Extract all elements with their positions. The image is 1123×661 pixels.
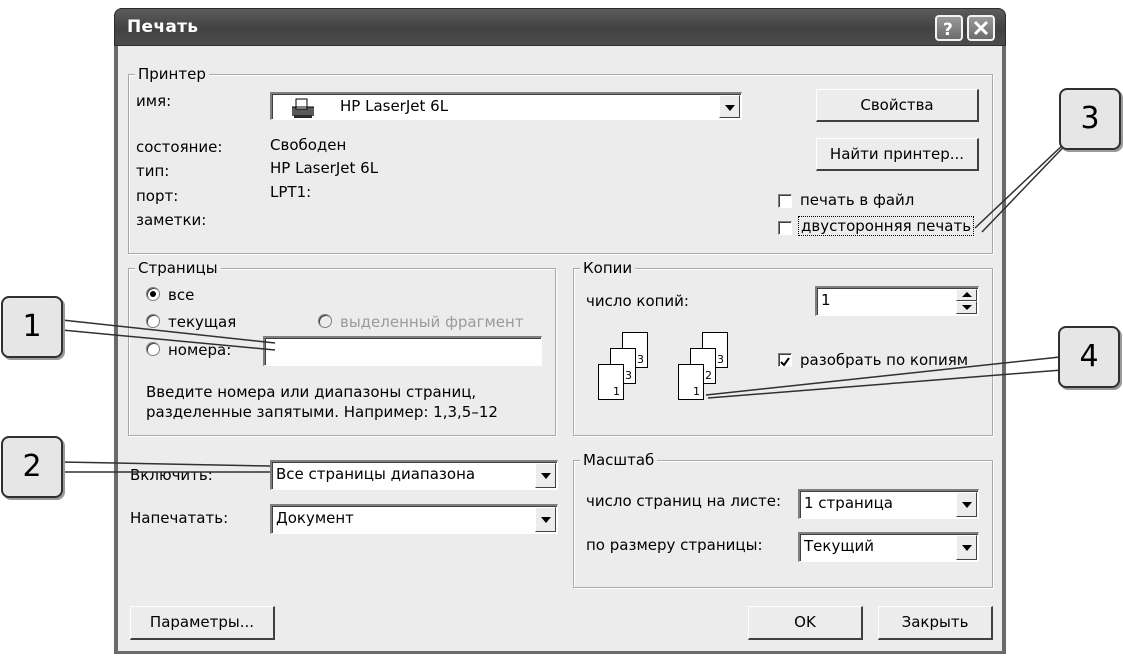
callout-leader-4: [707, 369, 1063, 399]
callout-leaders: [61, 123, 1086, 473]
callout-3: 3: [1059, 88, 1121, 150]
callout-2: 2: [1, 436, 63, 498]
callout-4: 4: [1058, 326, 1120, 388]
callout-1: 1: [1, 296, 63, 358]
callout-leader-4: [705, 356, 1061, 396]
callout-leader-2: [61, 461, 271, 467]
